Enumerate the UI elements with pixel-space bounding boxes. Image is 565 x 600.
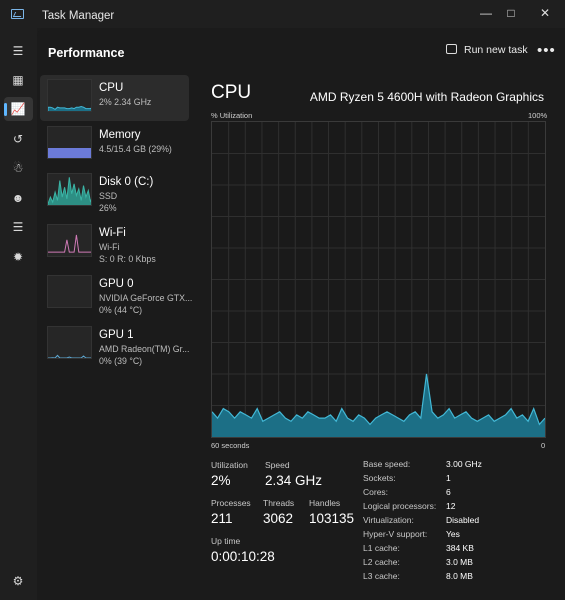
graph-y-axis-label: % Utilization [211,111,253,120]
spec-value: 3.00 GHz [446,459,482,469]
spec-value: 3.0 MB [446,557,473,567]
resource-name: Disk 0 (C:) [99,176,154,188]
app-history-icon[interactable]: ↺ [9,130,27,148]
gpu1-thumbnail-graph [47,326,92,359]
spec-key: L2 cache: [363,557,400,567]
details-icon[interactable]: ☰ [9,218,27,236]
resource-detail: Wi-Fi [99,242,120,252]
resource-detail: AMD Radeon(TM) Gr... [99,344,190,354]
title-bar: Task Manager — □ ✕ [0,0,565,28]
startup-apps-icon[interactable]: ☃ [9,159,27,177]
resource-item-gpu1[interactable]: GPU 1 AMD Radeon(TM) Gr... 0% (39 °C) [40,322,189,368]
spec-value: 1 [446,473,451,483]
utilization-label: Utilization [211,460,248,470]
resource-item-gpu0[interactable]: GPU 0 NVIDIA GeForce GTX... 0% (44 °C) [40,271,193,317]
resource-name: CPU [99,82,124,94]
spec-value: Yes [446,529,460,539]
services-icon[interactable]: ✹ [9,248,27,266]
graph-x-right-label: 0 [541,441,546,450]
page-title: Performance [48,46,125,60]
resource-item-memory[interactable]: Memory 4.5/15.4 GB (29%) [40,122,189,168]
cpu-model-name: AMD Ryzen 5 4600H with Radeon Graphics [309,90,544,104]
graph-x-left-label: 60 seconds [211,441,250,450]
cpu-utilization-graph [211,121,546,438]
nav-active-indicator [4,103,7,116]
threads-value: 3062 [263,511,294,526]
processes-icon[interactable]: ▦ [9,71,27,89]
memory-thumbnail-graph [47,126,92,159]
spec-key: Base speed: [363,459,411,469]
spec-key: Virtualization: [363,515,414,525]
cpu-graph-canvas [212,122,545,437]
resource-name: GPU 1 [99,329,134,341]
handles-value: 103135 [309,511,355,526]
users-icon[interactable]: ☻ [9,189,27,207]
uptime-label: Up time [211,536,241,546]
speed-value: 2.34 GHz [265,473,323,488]
resource-detail: SSD [99,191,118,201]
resource-detail: 26% [99,203,117,213]
resource-detail: 0% (39 °C) [99,356,143,366]
resource-name: GPU 0 [99,278,134,290]
resource-detail: S: 0 R: 0 Kbps [99,254,156,264]
spec-key: L1 cache: [363,543,400,553]
processes-value: 211 [211,511,233,526]
graph-y-max-label: 100% [528,111,548,120]
resource-item-disk[interactable]: Disk 0 (C:) SSD 26% [40,169,189,215]
uptime-value: 0:00:10:28 [211,549,275,564]
handles-label: Handles [309,498,341,508]
wifi-thumbnail-graph [47,224,92,257]
utilization-value: 2% [211,473,231,488]
resource-list: CPU 2% 2.34 GHz Memory 4.5/15.4 GB (29%)… [40,75,193,600]
cpu-heading: CPU [211,82,252,103]
processes-label: Processes [211,498,251,508]
disk-thumbnail-graph [47,173,92,206]
resource-detail: NVIDIA GeForce GTX... [99,293,193,303]
close-button[interactable]: ✕ [533,4,557,22]
task-manager-app-icon [11,9,24,19]
resource-item-wifi[interactable]: Wi-Fi Wi-Fi S: 0 R: 0 Kbps [40,220,189,266]
resource-detail: 2% 2.34 GHz [99,97,152,107]
settings-gear-icon[interactable]: ⚙ [9,572,27,590]
window-title: Task Manager [42,10,115,22]
spec-value: 8.0 MB [446,571,473,581]
minimize-button[interactable]: — [474,4,498,22]
hamburger-menu-icon[interactable]: ☰ [9,42,27,60]
gpu0-thumbnail-graph [47,275,92,308]
speed-label: Speed [265,460,290,470]
resource-name: Memory [99,129,141,141]
spec-key: L3 cache: [363,571,400,581]
spec-key: Cores: [363,487,389,497]
more-options-button[interactable]: ••• [537,42,556,59]
maximize-button[interactable]: □ [499,4,523,22]
spec-key: Logical processors: [363,501,437,511]
performance-icon[interactable]: 📈 [9,100,27,118]
spec-key: Sockets: [363,473,396,483]
threads-label: Threads [263,498,295,508]
resource-name: Wi-Fi [99,227,126,239]
run-task-icon [446,44,457,54]
run-new-task-button[interactable]: Run new task [446,44,528,56]
resource-detail: 0% (44 °C) [99,305,143,315]
resource-item-cpu[interactable]: CPU 2% 2.34 GHz [40,75,189,121]
spec-value: Disabled [446,515,480,525]
spec-key: Hyper-V support: [363,529,428,539]
spec-value: 6 [446,487,451,497]
spec-value: 384 KB [446,543,474,553]
navigation-rail: ☰ ▦ 📈 ↺ ☃ ☻ ☰ ✹ ⚙ [0,28,37,600]
spec-value: 12 [446,501,456,511]
run-new-task-label: Run new task [464,44,528,56]
cpu-thumbnail-graph [47,79,92,112]
resource-detail: 4.5/15.4 GB (29%) [99,144,172,154]
